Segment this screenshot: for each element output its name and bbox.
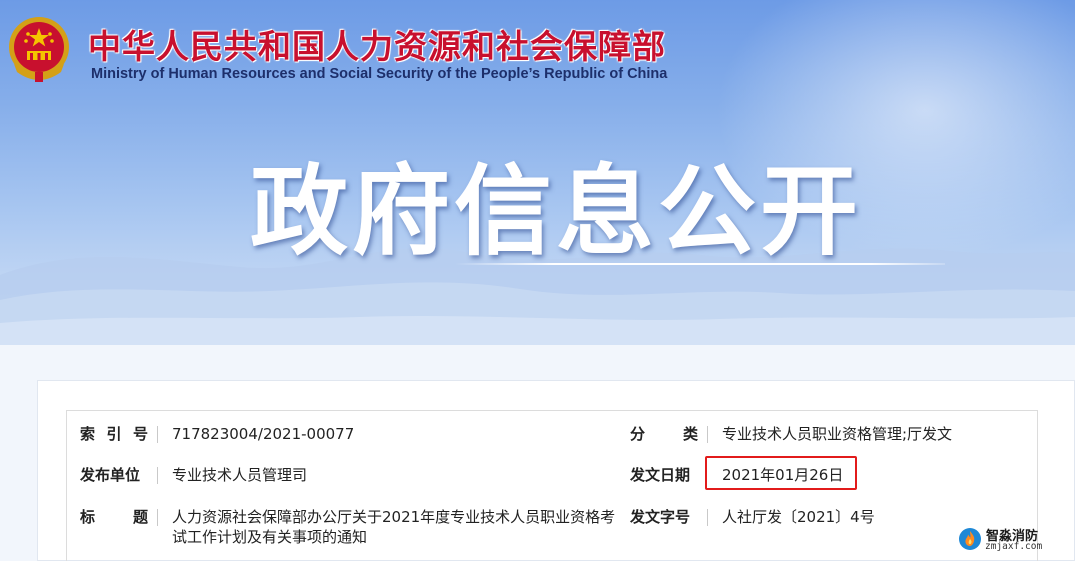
title-label: 标 题 — [80, 507, 148, 527]
issue-date-label: 发文日期 — [630, 466, 691, 484]
field-separator — [157, 426, 158, 443]
banner-title: 政府信息公开 — [250, 155, 863, 269]
index-no-label: 索 引 号 — [80, 424, 148, 444]
index-no-label-char-3: 号 — [132, 425, 148, 443]
category-label: 分 类 — [630, 424, 698, 444]
title-label-char-2: 题 — [132, 508, 148, 526]
issue-date-highlight — [705, 456, 857, 490]
header-banner: 中华人民共和国人力资源和社会保障部 Ministry of Human Reso… — [0, 0, 1075, 345]
index-no-value: 717823004/2021-00077 — [172, 425, 355, 443]
field-separator — [157, 467, 158, 484]
site-watermark: 智淼消防 zmjaxf.com — [958, 525, 1070, 555]
index-no-label-char-1: 索 — [80, 425, 96, 443]
national-emblem-icon — [9, 17, 69, 82]
doc-number-value: 人社厅发〔2021〕4号 — [722, 508, 875, 526]
category-label-char-1: 分 — [630, 425, 646, 443]
org-name-zh: 中华人民共和国人力资源和社会保障部 — [88, 27, 666, 66]
watermark-domain: zmjaxf.com — [985, 541, 1043, 552]
document-title-value: 人力资源社会保障部办公厅关于2021年度专业技术人员职业资格考试工作计划及有关事… — [172, 508, 616, 546]
org-name-en: Ministry of Human Resources and Social S… — [91, 66, 668, 82]
field-separator — [707, 509, 708, 526]
category-label-char-2: 类 — [682, 425, 698, 443]
field-separator — [157, 509, 158, 526]
index-no-label-char-2: 引 — [106, 425, 122, 443]
category-value: 专业技术人员职业资格管理;厅发文 — [722, 425, 953, 443]
field-separator — [707, 426, 708, 443]
doc-number-label: 发文字号 — [630, 508, 691, 526]
issuer-value: 专业技术人员管理司 — [172, 466, 308, 484]
flame-logo-icon — [959, 528, 981, 550]
banner-divider — [455, 263, 945, 265]
title-label-char-1: 标 — [80, 508, 96, 526]
issuer-label: 发布单位 — [80, 466, 141, 484]
